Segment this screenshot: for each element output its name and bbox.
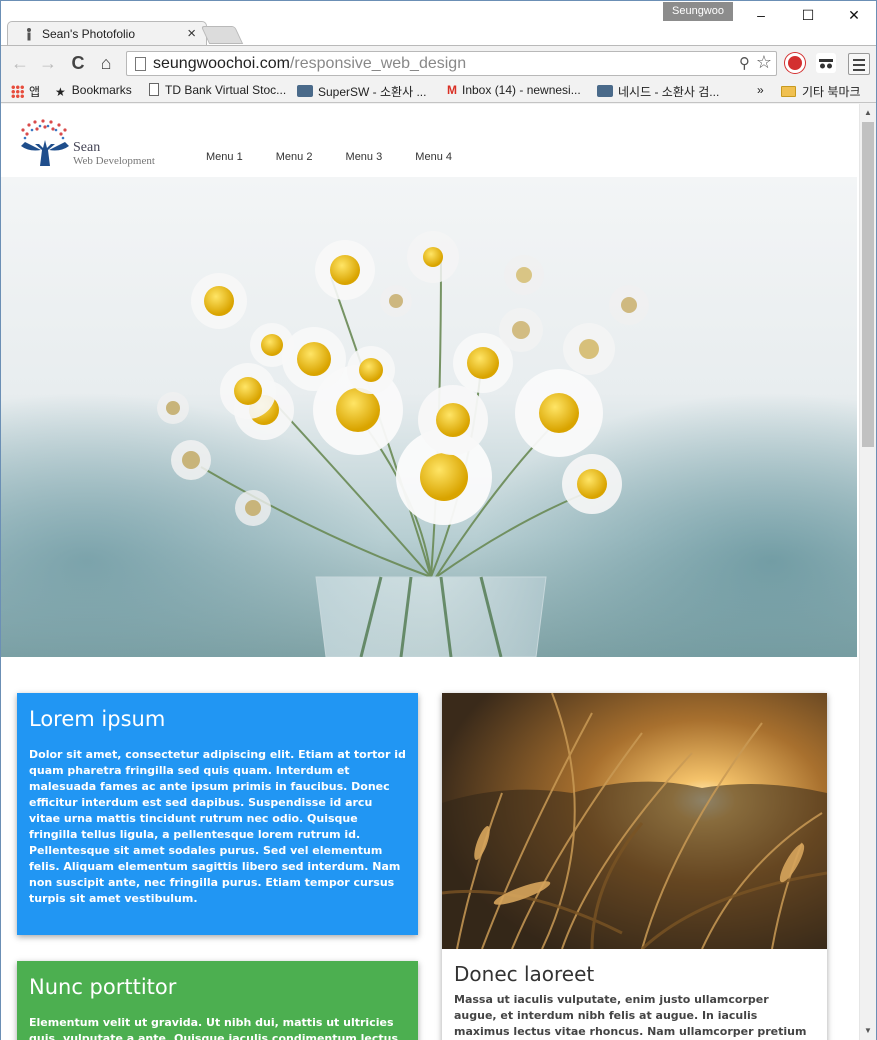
nav-menu-4[interactable]: Menu 4 xyxy=(415,151,452,163)
bookmark-supersw[interactable]: SuperSW - 소환사 ... xyxy=(297,83,426,100)
page-icon xyxy=(149,83,159,96)
bookmark-inbox[interactable]: M Inbox (14) - newnesi... xyxy=(447,83,581,97)
gmail-icon: M xyxy=(447,83,457,97)
blue-card: Lorem ipsum Dolor sit amet, consectetur … xyxy=(17,693,418,935)
blue-card-title: Lorem ipsum xyxy=(29,707,166,731)
address-bar[interactable]: seungwoochoi.com/responsive_web_design ⚲… xyxy=(126,51,777,76)
bookmark-td-bank[interactable]: TD Bank Virtual Stoc... xyxy=(149,83,286,97)
forward-icon[interactable]: → xyxy=(37,52,59,74)
incognito-extension-icon[interactable] xyxy=(816,53,836,73)
close-window-button[interactable]: ✕ xyxy=(834,3,874,27)
maximize-button[interactable]: ☐ xyxy=(788,3,828,27)
scroll-up-icon[interactable]: ▲ xyxy=(864,108,872,117)
photo-card-title: Donec laoreet xyxy=(454,962,595,986)
nav-menu-2[interactable]: Menu 2 xyxy=(276,151,313,163)
photo-card: Donec laoreet Massa ut iaculis vulputate… xyxy=(441,692,828,1040)
bookmark-label: 앱 xyxy=(29,85,41,99)
bookmark-label: TD Bank Virtual Stoc... xyxy=(165,83,287,97)
page-scrollbar[interactable]: ▲ ▼ xyxy=(859,104,876,1040)
url-host: seungwoochoi.com xyxy=(153,55,290,72)
blue-card-text: Dolor sit amet, consectetur adipiscing e… xyxy=(29,748,406,905)
title-bar: Sean's Photofolio × Seungwoo – ☐ ✕ xyxy=(1,1,876,47)
bookmark-nesid[interactable]: 네시드 - 소환사 검... xyxy=(597,83,719,100)
hero-image xyxy=(1,177,857,657)
home-icon[interactable]: ⌂ xyxy=(95,52,117,74)
bookmarks-overflow-icon[interactable]: » xyxy=(757,83,764,97)
chrome-menu-icon[interactable] xyxy=(848,53,870,75)
browser-toolbar: ← → C ⌂ seungwoochoi.com/responsive_web_… xyxy=(1,45,876,79)
bookmark-label: 네시드 - 소환사 검... xyxy=(618,85,720,99)
star-icon: ★ xyxy=(55,85,66,99)
browser-window: Sean's Photofolio × Seungwoo – ☐ ✕ ← → C… xyxy=(0,0,877,1040)
url-path: /responsive_web_design xyxy=(289,55,467,72)
photo-card-text: Massa ut iaculis vulputate, enim justo u… xyxy=(454,993,807,1038)
page-icon xyxy=(135,57,146,71)
bookmark-star-icon[interactable]: ☆ xyxy=(756,52,772,73)
other-bookmarks-folder[interactable]: 기타 북마크 xyxy=(781,83,861,100)
person-favicon-icon xyxy=(27,28,31,41)
green-card-text: Elementum velit ut gravida. Ut nibh dui,… xyxy=(29,1016,399,1040)
tab-close-icon[interactable]: × xyxy=(187,25,196,42)
url-text: seungwoochoi.com/responsive_web_design xyxy=(153,55,466,73)
opgg-icon xyxy=(297,85,313,97)
apps-grid-icon xyxy=(11,85,24,98)
tab-title: Sean's Photofolio xyxy=(42,27,136,41)
minimize-button[interactable]: – xyxy=(741,3,781,27)
green-card: Nunc porttitor Elementum velit ut gravid… xyxy=(17,961,418,1040)
zoom-icon[interactable]: ⚲ xyxy=(739,54,750,72)
folder-label: 기타 북마크 xyxy=(802,85,861,99)
nav-menu-1[interactable]: Menu 1 xyxy=(206,151,243,163)
bookmark-label: SuperSW - 소환사 ... xyxy=(318,85,427,99)
opgg-icon xyxy=(597,85,613,97)
browser-tab[interactable]: Sean's Photofolio × xyxy=(7,21,207,47)
logo-text[interactable]: Sean Web Development xyxy=(73,140,155,167)
bookmark-label: Inbox (14) - newnesi... xyxy=(462,83,581,97)
green-card-title: Nunc porttitor xyxy=(29,975,177,999)
site-header: Sean Web Development Menu 1 Menu 2 Menu … xyxy=(1,104,859,177)
back-icon[interactable]: ← xyxy=(9,52,31,74)
adblock-extension-icon[interactable] xyxy=(785,53,805,73)
new-tab-button[interactable] xyxy=(200,26,244,44)
profile-badge[interactable]: Seungwoo xyxy=(663,2,733,21)
photo-card-body: Donec laoreet Massa ut iaculis vulputate… xyxy=(442,954,827,1040)
bookmark-apps[interactable]: 앱 xyxy=(11,83,40,100)
nav-menu-3[interactable]: Menu 3 xyxy=(346,151,383,163)
bookmark-bookmarks[interactable]: ★ Bookmarks xyxy=(55,83,132,99)
scroll-thumb[interactable] xyxy=(862,122,874,447)
bookmarks-bar: 앱 ★ Bookmarks TD Bank Virtual Stoc... Sup… xyxy=(1,79,876,103)
wheat-sunset-image xyxy=(441,692,828,951)
folder-icon xyxy=(781,86,796,97)
reload-icon[interactable]: C xyxy=(67,52,89,74)
main-nav: Menu 1 Menu 2 Menu 3 Menu 4 xyxy=(206,151,482,163)
bookmark-label: Bookmarks xyxy=(71,83,132,97)
tree-logo-icon[interactable] xyxy=(15,116,75,168)
logo-name: Sean xyxy=(73,140,101,155)
scroll-down-icon[interactable]: ▼ xyxy=(864,1026,872,1035)
page-viewport: Sean Web Development Menu 1 Menu 2 Menu … xyxy=(1,104,859,1040)
logo-subtitle: Web Development xyxy=(73,155,155,167)
